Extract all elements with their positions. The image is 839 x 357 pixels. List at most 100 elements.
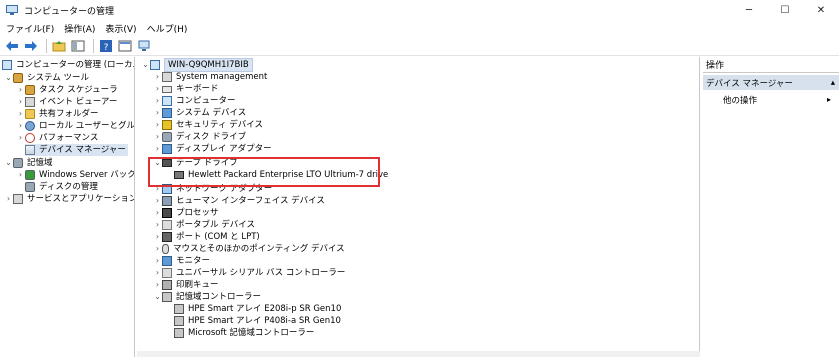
chevron-right-icon[interactable]: › [153, 95, 162, 107]
highlight-box [148, 157, 380, 187]
tree-services-apps[interactable]: › サービスとアプリケーション [4, 193, 135, 205]
tree-root-label: コンピューターの管理 (ローカル) [16, 60, 135, 70]
chevron-right-icon[interactable]: › [153, 131, 162, 143]
device-category[interactable]: › モニター [153, 255, 210, 267]
device-tree-root[interactable]: ⌄ WIN-Q9QMH1I7BIB [141, 58, 253, 72]
device-category-label: ポート (COM と LPT) [176, 232, 260, 242]
chevron-right-icon[interactable]: › [16, 132, 25, 144]
actions-section-device-manager[interactable]: デバイス マネージャー ▴ [703, 75, 839, 90]
device-category[interactable]: › セキュリティ デバイス [153, 119, 263, 131]
chevron-right-icon[interactable]: › [153, 107, 162, 119]
chevron-down-icon[interactable]: ⌄ [141, 59, 150, 71]
device-category[interactable]: › プロセッサ [153, 207, 219, 219]
device-category[interactable]: › 印刷キュー [153, 279, 219, 291]
menu-help[interactable]: ヘルプ(H) [147, 22, 188, 35]
title-bar: コンピューターの管理 ─ ☐ ✕ [0, 0, 839, 20]
keyboard-icon [162, 85, 172, 93]
performance-icon [25, 133, 35, 143]
tree-storage[interactable]: ⌄ 記憶域 [4, 157, 53, 169]
monitor-icon[interactable] [136, 38, 152, 54]
menu-file[interactable]: ファイル(F) [6, 22, 54, 35]
chevron-down-icon[interactable]: ⌄ [4, 72, 13, 84]
device-category-label: ポータブル デバイス [176, 220, 255, 230]
help-icon[interactable]: ? [98, 38, 114, 54]
tree-disk-management[interactable]: ディスクの管理 [25, 181, 98, 193]
chevron-right-icon[interactable]: › [153, 143, 162, 155]
device-category[interactable]: › System management [153, 71, 267, 83]
show-hide-tree-icon[interactable] [70, 38, 86, 54]
device-item-label: HPE Smart アレイ P408i-a SR Gen10 [188, 316, 341, 326]
chevron-right-icon[interactable]: › [153, 279, 162, 291]
actions-other-label: 他の操作 [723, 95, 758, 106]
tree-performance-label: パフォーマンス [39, 133, 99, 143]
back-arrow-icon[interactable] [4, 38, 20, 54]
tree-shared-folders[interactable]: › 共有フォルダー [16, 108, 99, 120]
computer-icon [150, 60, 160, 70]
chevron-down-icon[interactable]: ⌄ [153, 291, 162, 303]
device-category[interactable]: › キーボード [153, 83, 219, 95]
device-storage-item[interactable]: Microsoft 記憶域コントローラー [174, 327, 314, 339]
maximize-button[interactable]: ☐ [767, 0, 803, 20]
tree-local-users[interactable]: › ローカル ユーザーとグループ [16, 120, 134, 132]
close-button[interactable]: ✕ [803, 0, 839, 20]
navigation-tree: コンピューターの管理 (ローカル) ⌄ システム ツール › タスク スケジュー… [0, 57, 135, 357]
tree-event-viewer[interactable]: › イベント ビューアー [16, 96, 117, 108]
device-category-label: 印刷キュー [176, 280, 219, 290]
submenu-arrow-icon: ▸ [826, 95, 831, 104]
tree-performance[interactable]: › パフォーマンス [16, 132, 98, 144]
device-category[interactable]: › ディスプレイ アダプター [153, 143, 272, 155]
display-adapter-icon [162, 144, 172, 154]
chevron-right-icon[interactable]: › [4, 193, 13, 205]
device-category[interactable]: › ポート (COM と LPT) [153, 231, 260, 243]
device-category[interactable]: › ディスク ドライブ [153, 131, 246, 143]
chevron-right-icon[interactable]: › [153, 119, 162, 131]
actions-other-item[interactable]: 他の操作 ▸ [723, 93, 839, 106]
minimize-button[interactable]: ─ [731, 0, 767, 20]
tree-windows-server-backup[interactable]: › Windows Server バックア [16, 169, 134, 181]
device-category-storage-controllers[interactable]: ⌄ 記憶域コントローラー [153, 291, 261, 303]
tree-root[interactable]: コンピューターの管理 (ローカル) [2, 59, 135, 71]
users-icon [25, 121, 35, 131]
device-category[interactable]: › ユニバーサル シリアル バス コントローラー [153, 267, 345, 279]
chevron-right-icon[interactable]: › [153, 219, 162, 231]
chevron-right-icon[interactable]: › [153, 71, 162, 83]
chevron-right-icon[interactable]: › [153, 231, 162, 243]
chevron-right-icon[interactable]: › [153, 243, 162, 255]
device-category-label: マウスとそのほかのポインティング デバイス [173, 244, 345, 254]
device-category[interactable]: › コンピューター [153, 95, 236, 107]
menu-view[interactable]: 表示(V) [105, 22, 136, 35]
chevron-right-icon[interactable]: › [153, 83, 162, 95]
chevron-right-icon[interactable]: › [153, 207, 162, 219]
tree-shared-folders-label: 共有フォルダー [39, 109, 99, 119]
chevron-right-icon[interactable]: › [16, 108, 25, 120]
device-category[interactable]: › マウスとそのほかのポインティング デバイス [153, 243, 345, 255]
chevron-right-icon[interactable]: › [16, 169, 25, 181]
chevron-down-icon[interactable]: ⌄ [4, 157, 13, 169]
menu-action[interactable]: 操作(A) [64, 22, 95, 35]
tree-device-manager[interactable]: デバイス マネージャー [25, 144, 128, 156]
chevron-right-icon[interactable]: › [16, 96, 25, 108]
properties-icon[interactable] [117, 38, 133, 54]
chevron-right-icon[interactable]: › [153, 267, 162, 279]
device-storage-item[interactable]: HPE Smart アレイ E208i-p SR Gen10 [174, 303, 341, 315]
tree-system-tools[interactable]: ⌄ システム ツール [4, 72, 89, 84]
system-management-icon [162, 72, 172, 82]
chevron-right-icon[interactable]: › [153, 195, 162, 207]
chevron-right-icon[interactable]: › [153, 255, 162, 267]
print-queue-icon [162, 280, 172, 290]
portable-device-icon [162, 220, 172, 230]
device-category[interactable]: › ヒューマン インターフェイス デバイス [153, 195, 325, 207]
device-category[interactable]: › ポータブル デバイス [153, 219, 255, 231]
tree-services-apps-label: サービスとアプリケーション [27, 194, 135, 204]
collapse-arrow-icon[interactable]: ▴ [831, 78, 835, 88]
forward-arrow-icon[interactable] [23, 38, 39, 54]
device-storage-item[interactable]: HPE Smart アレイ P408i-a SR Gen10 [174, 315, 341, 327]
up-folder-icon[interactable] [51, 38, 67, 54]
tree-device-manager-label: デバイス マネージャー [39, 145, 126, 155]
device-category[interactable]: › システム デバイス [153, 107, 246, 119]
chevron-right-icon[interactable]: › [16, 120, 25, 132]
chevron-right-icon[interactable]: › [16, 84, 25, 96]
horizontal-scrollbar[interactable] [137, 351, 700, 357]
window-title: コンピューターの管理 [24, 6, 115, 17]
tree-task-scheduler[interactable]: › タスク スケジューラ [16, 84, 118, 96]
